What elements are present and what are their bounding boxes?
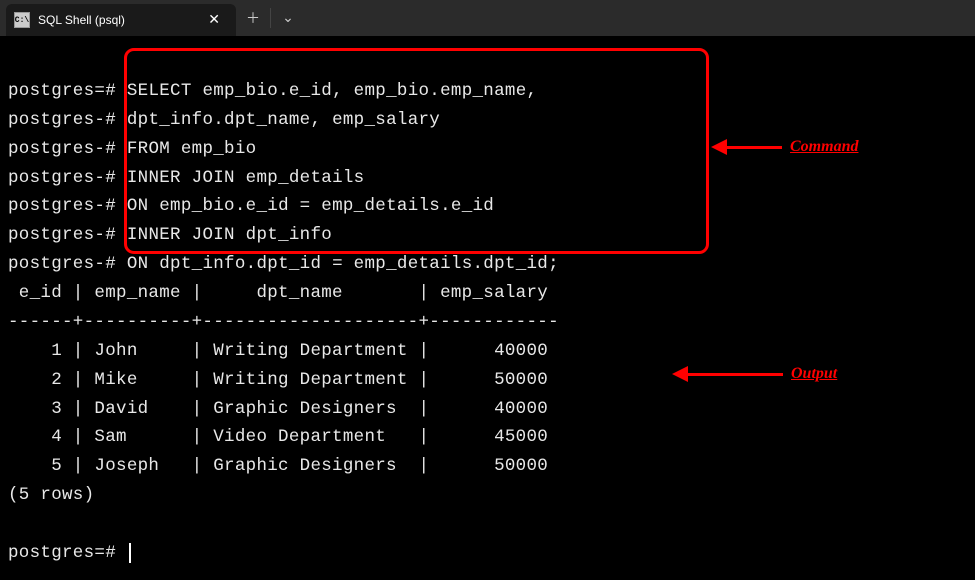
cursor (129, 543, 131, 563)
prompt-cont: postgres-# (8, 254, 116, 274)
result-divider: ------+----------+--------------------+-… (8, 312, 559, 332)
table-row: 3 | David | Graphic Designers | 40000 (8, 399, 548, 419)
terminal-icon: C:\ (14, 12, 30, 28)
result-header: e_id | emp_name | dpt_name | emp_salary (8, 283, 548, 303)
cmd-line-2: FROM emp_bio (127, 139, 257, 159)
cmd-line-1: dpt_info.dpt_name, emp_salary (127, 110, 440, 130)
new-tab-button[interactable]: ＋ (236, 0, 270, 36)
titlebar: C:\ SQL Shell (psql) ✕ ＋ ⌄ (0, 0, 975, 36)
prompt-main: postgres=# (8, 543, 116, 563)
table-row: 4 | Sam | Video Department | 45000 (8, 427, 548, 447)
close-icon[interactable]: ✕ (202, 10, 226, 31)
result-footer: (5 rows) (8, 485, 94, 505)
prompt-cont: postgres-# (8, 139, 116, 159)
prompt-cont: postgres-# (8, 196, 116, 216)
table-row: 5 | Joseph | Graphic Designers | 50000 (8, 456, 548, 476)
tab-title: SQL Shell (psql) (38, 13, 202, 27)
prompt-cont: postgres-# (8, 110, 116, 130)
prompt-cont: postgres-# (8, 168, 116, 188)
tab-sql-shell[interactable]: C:\ SQL Shell (psql) ✕ (6, 4, 236, 36)
table-row: 1 | John | Writing Department | 40000 (8, 341, 548, 361)
cmd-line-6: ON dpt_info.dpt_id = emp_details.dpt_id; (127, 254, 559, 274)
cmd-line-0: SELECT emp_bio.e_id, emp_bio.emp_name, (127, 81, 537, 101)
prompt-cont: postgres-# (8, 225, 116, 245)
prompt-main: postgres=# (8, 81, 116, 101)
table-row: 2 | Mike | Writing Department | 50000 (8, 370, 548, 390)
terminal-output[interactable]: postgres=# SELECT emp_bio.e_id, emp_bio.… (0, 36, 975, 580)
cmd-line-5: INNER JOIN dpt_info (127, 225, 332, 245)
tab-dropdown-button[interactable]: ⌄ (271, 0, 305, 36)
cmd-line-3: INNER JOIN emp_details (127, 168, 365, 188)
cmd-line-4: ON emp_bio.e_id = emp_details.e_id (127, 196, 494, 216)
